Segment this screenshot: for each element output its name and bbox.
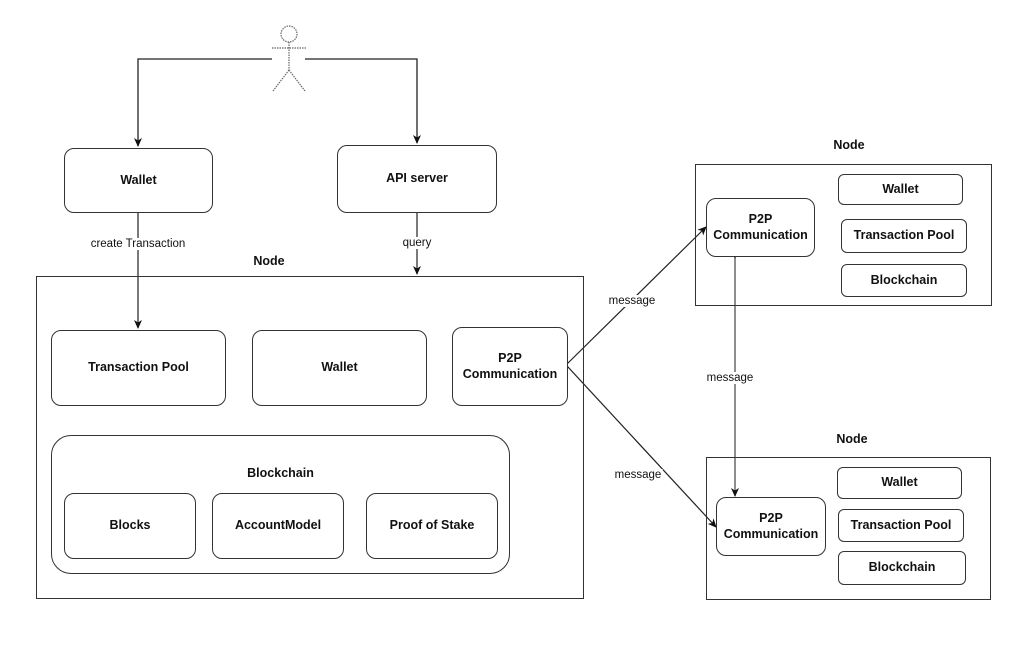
message-label-top: message xyxy=(607,295,657,307)
peer2-transaction-pool-label: Transaction Pool xyxy=(850,517,952,532)
account-model-box[interactable]: AccountModel xyxy=(212,493,344,559)
main-p2p-box[interactable]: P2P Communication xyxy=(452,327,568,406)
peer2-blockchain-label: Blockchain xyxy=(868,560,936,575)
main-wallet-label: Wallet xyxy=(321,360,358,375)
peer2-blockchain-box[interactable]: Blockchain xyxy=(838,551,966,585)
blocks-box[interactable]: Blocks xyxy=(64,493,196,559)
peer2-wallet-box[interactable]: Wallet xyxy=(837,467,962,499)
main-transaction-pool-box[interactable]: Transaction Pool xyxy=(51,330,226,406)
edge-actor-wallet xyxy=(134,58,272,147)
peer2-wallet-label: Wallet xyxy=(881,475,918,490)
wallet-client-label: Wallet xyxy=(120,172,157,187)
peer1-transaction-pool-box[interactable]: Transaction Pool xyxy=(841,219,967,253)
peer1-transaction-pool-label: Transaction Pool xyxy=(853,228,955,243)
peer2-transaction-pool-box[interactable]: Transaction Pool xyxy=(838,509,964,542)
query-label: query xyxy=(401,237,433,249)
proof-of-stake-label: Proof of Stake xyxy=(389,518,475,533)
peer1-wallet-label: Wallet xyxy=(882,181,919,196)
main-transaction-pool-label: Transaction Pool xyxy=(88,360,189,375)
api-server-label: API server xyxy=(386,171,448,186)
blocks-label: Blocks xyxy=(109,518,151,533)
main-wallet-box[interactable]: Wallet xyxy=(252,330,427,406)
create-transaction-label: create Transaction xyxy=(89,238,187,250)
peer1-p2p-label: P2P Communication xyxy=(713,211,808,242)
edge-actor-api xyxy=(305,58,421,144)
proof-of-stake-box[interactable]: Proof of Stake xyxy=(366,493,498,559)
edge-p2p-peer2 xyxy=(559,358,717,528)
user-actor-icon xyxy=(272,25,306,92)
main-node-title: Node xyxy=(253,254,285,268)
wallet-client-box[interactable]: Wallet xyxy=(64,148,213,213)
message-label-bottom: message xyxy=(613,469,663,481)
blockchain-title: Blockchain xyxy=(247,466,314,480)
peer2-p2p-label: P2P Communication xyxy=(723,510,819,541)
peer1-p2p-box[interactable]: P2P Communication xyxy=(706,198,815,257)
peer1-node-title: Node xyxy=(833,138,865,152)
peer2-node-title: Node xyxy=(836,432,868,446)
message-label-vertical: message xyxy=(705,372,755,384)
peer2-p2p-box[interactable]: P2P Communication xyxy=(716,497,826,556)
peer1-blockchain-label: Blockchain xyxy=(870,272,938,287)
main-p2p-label: P2P Communication xyxy=(462,350,558,381)
api-server-box[interactable]: API server xyxy=(337,145,497,213)
peer1-blockchain-box[interactable]: Blockchain xyxy=(841,264,967,297)
peer1-wallet-box[interactable]: Wallet xyxy=(838,174,963,205)
account-model-label: AccountModel xyxy=(234,518,322,533)
